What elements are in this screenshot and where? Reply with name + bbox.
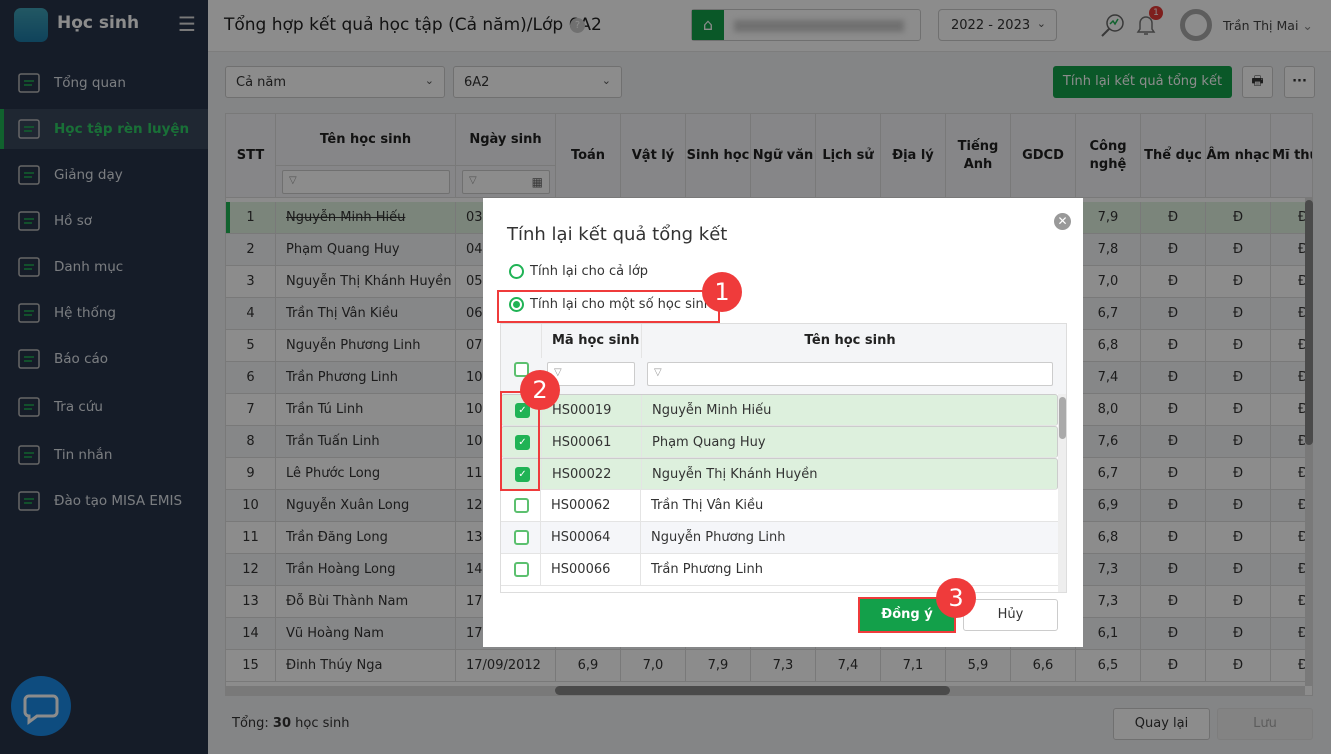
student-name: Nguyễn Phương Linh xyxy=(651,530,786,545)
cancel-button[interactable]: Hủy xyxy=(963,599,1058,631)
student-name: Trần Phương Linh xyxy=(651,562,763,577)
student-row[interactable]: HS00066 Trần Phương Linh xyxy=(501,554,1058,586)
student-row[interactable]: ✓ HS00022 Nguyễn Thị Khánh Huyền xyxy=(501,458,1058,491)
highlight-box-step-1 xyxy=(497,290,720,323)
student-code: HS00064 xyxy=(541,522,641,554)
step-badge-2: 2 xyxy=(520,370,560,410)
student-row[interactable]: HS00062 Trần Thị Vân Kiều xyxy=(501,490,1058,522)
step-badge-3: 3 xyxy=(936,578,976,618)
student-row[interactable]: ✓ HS00019 Nguyễn Minh Hiếu xyxy=(501,394,1058,427)
radio-whole-class[interactable]: Tính lại cho cả lớp xyxy=(509,264,648,279)
dialog-title: Tính lại kết quả tổng kết xyxy=(507,224,728,245)
student-name: Nguyễn Minh Hiếu xyxy=(652,403,772,418)
student-name: Phạm Quang Huy xyxy=(652,435,766,450)
student-name: Nguyễn Thị Khánh Huyền xyxy=(652,467,818,482)
name-filter-input[interactable]: ▽ xyxy=(647,362,1053,386)
radio-label: Tính lại cho cả lớp xyxy=(530,264,649,279)
student-code: HS00022 xyxy=(542,459,642,491)
student-code: HS00062 xyxy=(541,490,641,522)
step-badge-1: 1 xyxy=(702,272,742,312)
student-name: Trần Thị Vân Kiều xyxy=(651,498,764,513)
code-filter-input[interactable]: ▽ xyxy=(547,362,635,386)
student-row[interactable]: ✓ HS00061 Phạm Quang Huy xyxy=(501,426,1058,459)
radio-icon xyxy=(509,264,524,279)
student-row[interactable]: HS00064 Nguyễn Phương Linh xyxy=(501,522,1058,554)
col-student-code: Mã học sinh xyxy=(541,324,641,358)
col-student-name: Tên học sinh xyxy=(641,324,1058,358)
student-select-table: Mã học sinh Tên học sinh ▽ ▽ ✓ HS00019 Nguyễn … xyxy=(500,323,1067,593)
close-icon[interactable]: ✕ xyxy=(1054,213,1071,230)
recalc-dialog: Tính lại kết quả tổng kết ✕ Tính lại cho… xyxy=(483,198,1083,647)
dialog-scroll-thumb[interactable] xyxy=(1059,397,1066,439)
student-code: HS00066 xyxy=(541,554,641,586)
student-code: HS00061 xyxy=(542,427,642,459)
